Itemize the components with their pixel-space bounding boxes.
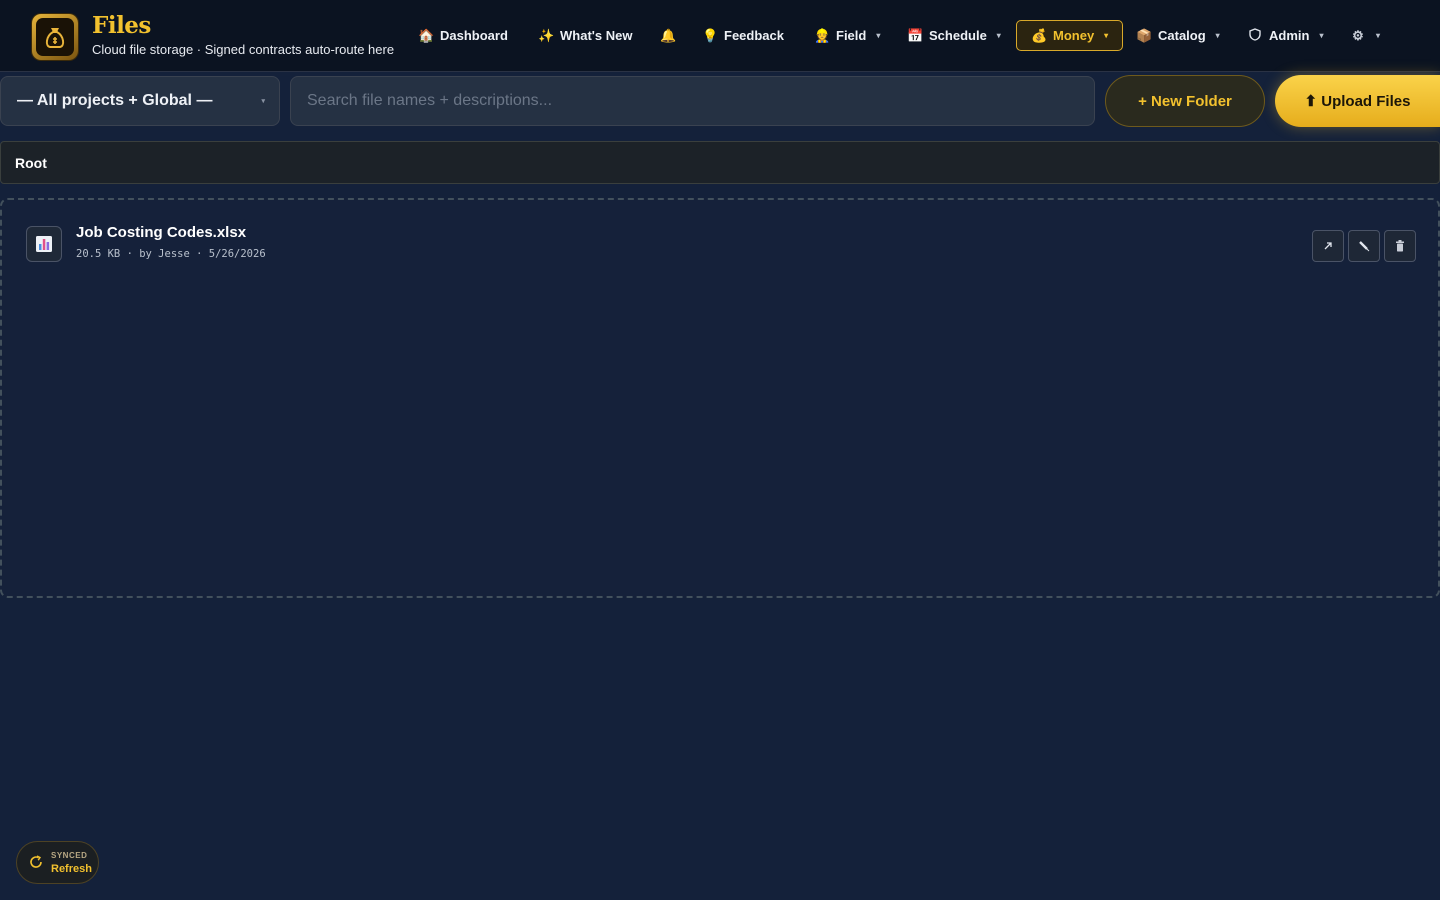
nav-feedback-label: Feedback <box>724 28 784 43</box>
search-input[interactable] <box>290 76 1095 126</box>
nav-settings[interactable]: ⚙ ▾ <box>1350 20 1380 51</box>
sync-refresh-button[interactable]: SYNCED Refresh <box>16 841 99 884</box>
gear-icon: ⚙ <box>1352 27 1364 43</box>
file-dropzone[interactable]: Job Costing Codes.xlsx 20.5 KB · by Jess… <box>0 198 1440 598</box>
calendar-icon: 📅 <box>907 27 924 43</box>
file-actions <box>1312 230 1416 262</box>
nav-schedule-label: Schedule <box>929 28 987 43</box>
file-meta: 20.5 KB · by Jesse · 5/26/2026 <box>76 248 266 260</box>
chevron-down-icon: ▾ <box>1319 31 1324 40</box>
chevron-down-icon: ▾ <box>1215 31 1220 40</box>
nav-field-label: Field <box>836 28 867 43</box>
open-icon <box>1324 242 1332 250</box>
chevron-down-icon: ▾ <box>261 98 265 105</box>
refresh-icon <box>30 855 42 868</box>
nav-feedback[interactable]: 💡 Feedback <box>702 20 784 51</box>
main-nav: 🏠 Dashboard ✨ What's New 🔔 💡 Feedback 👷 … <box>0 0 1440 70</box>
nav-money-label: Money <box>1053 28 1095 43</box>
nav-schedule[interactable]: 📅 Schedule ▾ <box>907 20 1001 51</box>
file-name[interactable]: Job Costing Codes.xlsx <box>76 224 246 241</box>
trash-icon <box>1396 240 1404 252</box>
house-icon: 🏠 <box>418 27 435 43</box>
nav-whats-new-label: What's New <box>560 28 633 43</box>
money-bag-icon: 💰 <box>1031 27 1048 43</box>
edit-file-button[interactable] <box>1348 230 1380 262</box>
chevron-down-icon: ▾ <box>876 31 881 40</box>
upload-files-button[interactable]: ⬆ Upload Files <box>1275 75 1440 127</box>
top-bar: Files Cloud file storage · Signed contra… <box>0 0 1440 72</box>
breadcrumb: Root <box>0 141 1440 184</box>
nav-catalog-label: Catalog <box>1158 28 1206 43</box>
worker-icon: 👷 <box>814 27 831 43</box>
spreadsheet-icon <box>26 226 62 262</box>
delete-file-button[interactable] <box>1384 230 1416 262</box>
lightbulb-icon: 💡 <box>702 27 719 43</box>
bell-icon: 🔔 <box>660 27 677 43</box>
nav-catalog[interactable]: 📦 Catalog ▾ <box>1136 20 1220 51</box>
chevron-down-icon: ▾ <box>996 31 1001 40</box>
nav-field[interactable]: 👷 Field ▾ <box>814 20 880 51</box>
chevron-down-icon: ▾ <box>1104 31 1109 40</box>
project-filter-select[interactable]: — All projects + Global — ▾ <box>0 76 280 126</box>
breadcrumb-root[interactable]: Root <box>15 155 47 171</box>
shield-icon <box>1247 27 1263 44</box>
nav-dashboard-label: Dashboard <box>440 28 508 43</box>
nav-admin-label: Admin <box>1269 28 1310 43</box>
file-row[interactable]: Job Costing Codes.xlsx 20.5 KB · by Jess… <box>26 224 1416 264</box>
nav-notifications[interactable]: 🔔 <box>660 20 676 51</box>
nav-money[interactable]: 💰 Money ▾ <box>1016 20 1124 51</box>
nav-dashboard[interactable]: 🏠 Dashboard <box>418 20 508 51</box>
sync-status: SYNCED <box>51 851 88 860</box>
sparkle-icon: ✨ <box>538 27 555 43</box>
open-file-button[interactable] <box>1312 230 1344 262</box>
nav-admin[interactable]: Admin ▾ <box>1247 20 1323 51</box>
refresh-label: Refresh <box>51 863 92 875</box>
project-filter-value: — All projects + Global — <box>17 92 213 109</box>
chevron-down-icon: ▾ <box>1376 31 1381 40</box>
new-folder-button[interactable]: + New Folder <box>1105 75 1265 127</box>
edit-icon <box>1359 241 1370 252</box>
nav-whats-new[interactable]: ✨ What's New <box>538 20 632 51</box>
package-icon: 📦 <box>1136 27 1153 43</box>
